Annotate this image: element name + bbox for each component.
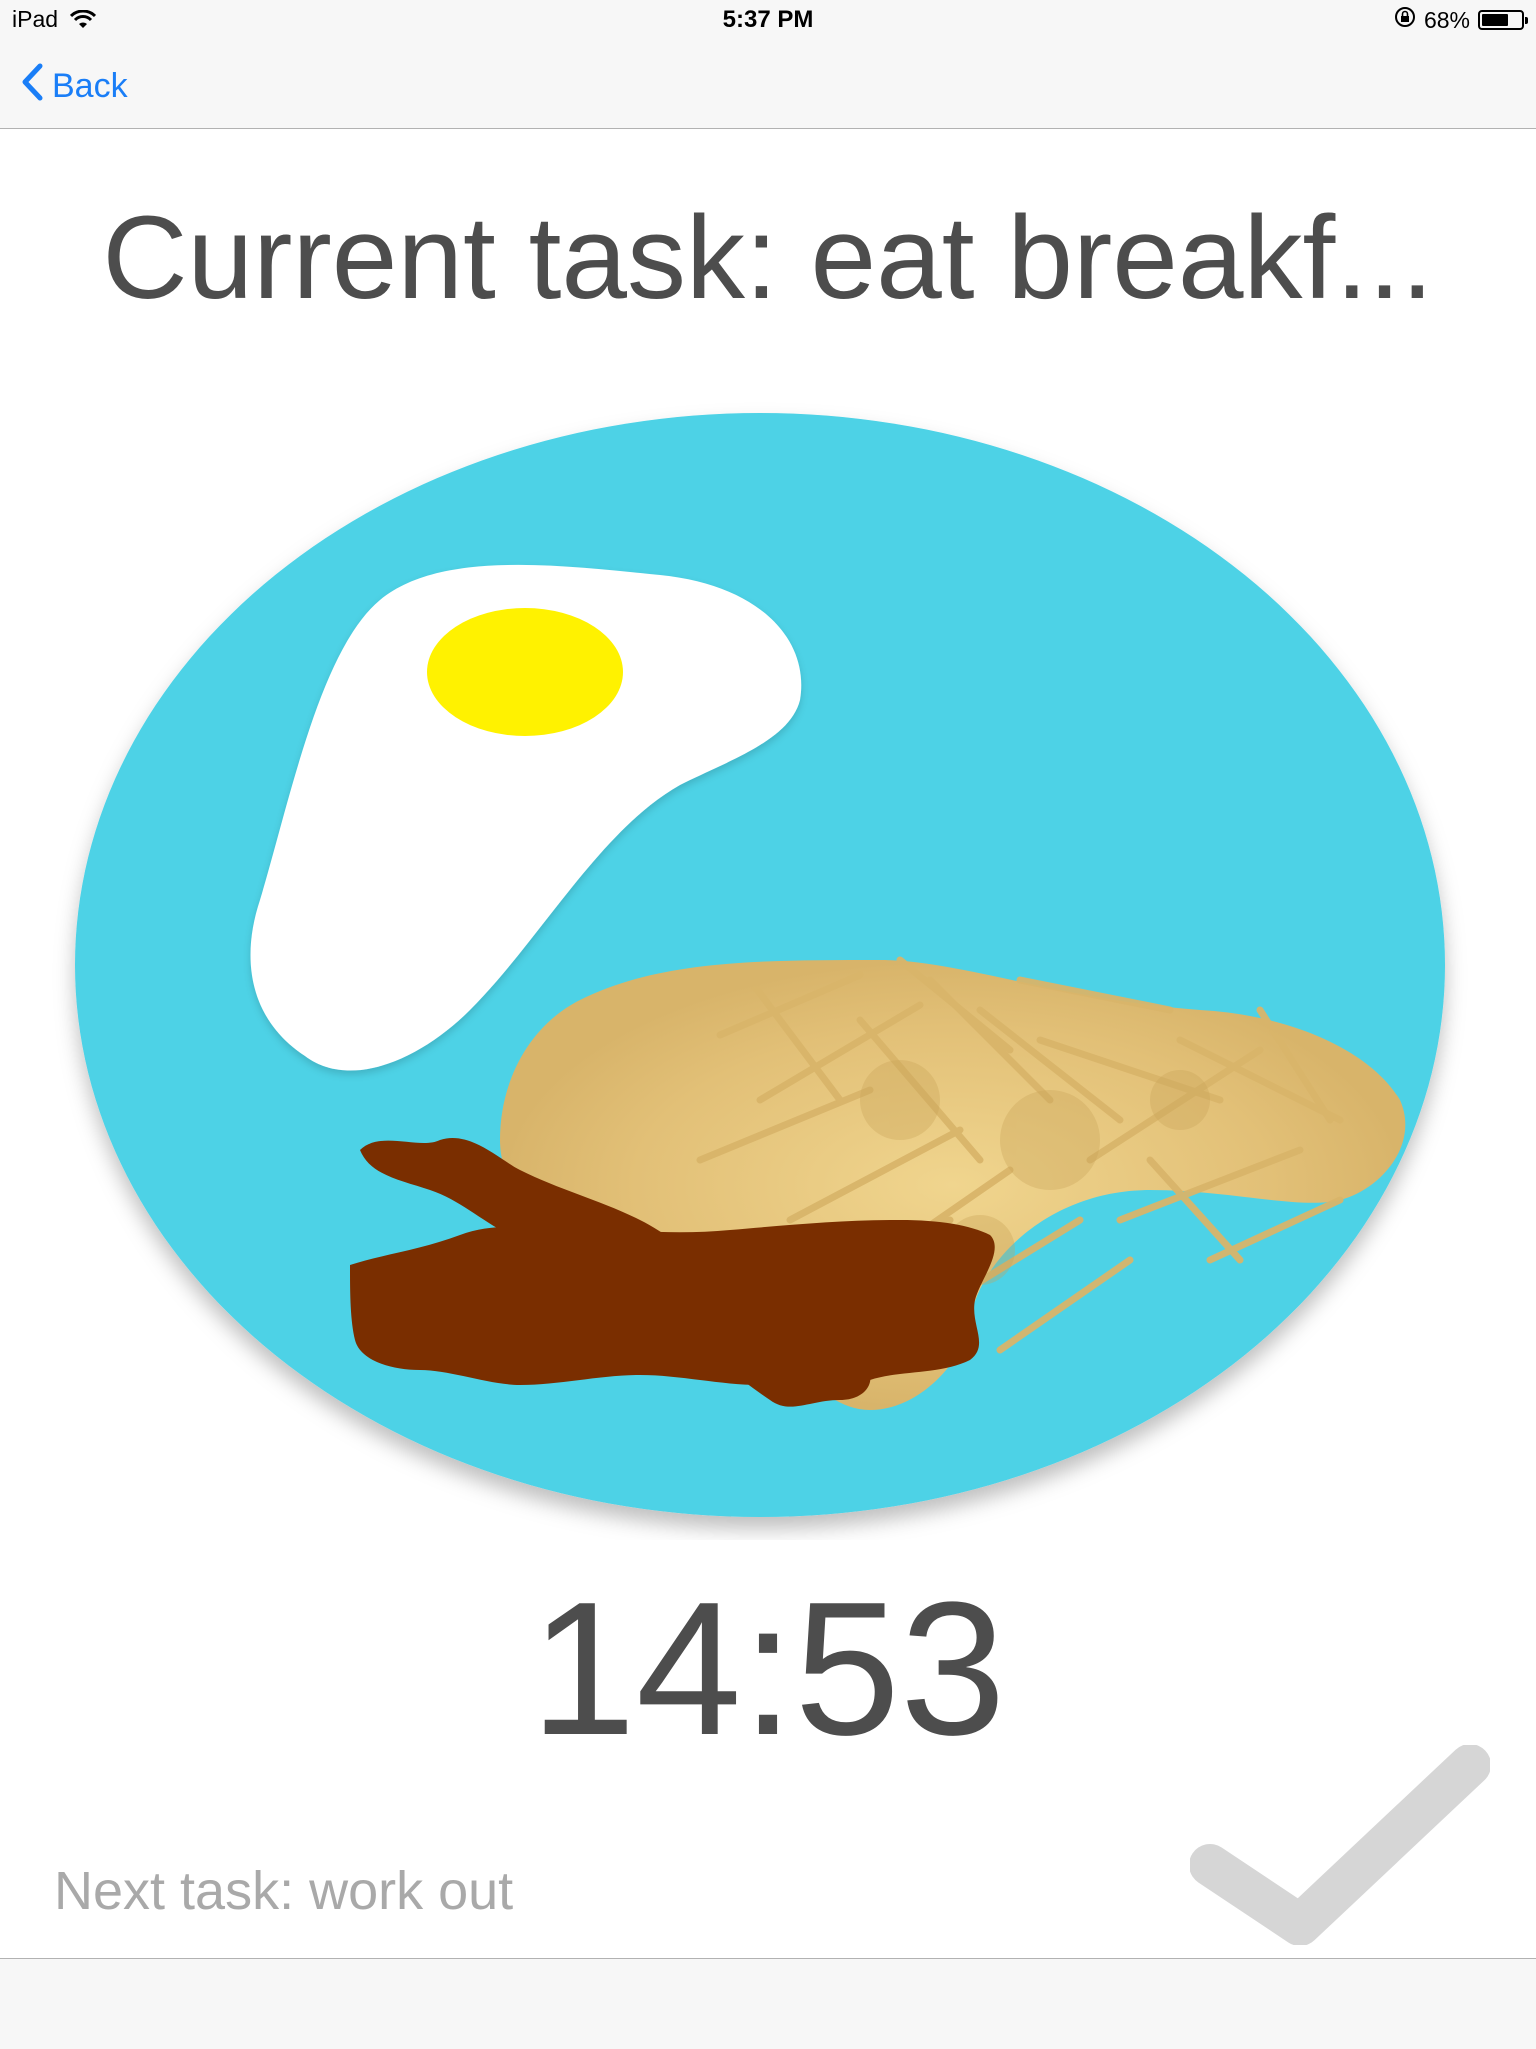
back-label: Back: [52, 67, 128, 105]
back-button[interactable]: Back: [20, 62, 128, 111]
battery-level: [1482, 14, 1508, 26]
status-time: 5:37 PM: [722, 6, 814, 33]
status-bar: iPad 5:37 PM 68%: [0, 0, 1536, 40]
next-task-label: Next task: work out: [54, 1861, 514, 1921]
breakfast-plate-icon: [0, 400, 1536, 1540]
battery-icon: [1478, 10, 1528, 30]
current-task-title: Current task: eat breakf...: [102, 192, 1434, 324]
battery-percent: 68%: [1423, 6, 1470, 33]
bottom-toolbar: [0, 1958, 1536, 2049]
checkmark-icon[interactable]: [1189, 1744, 1491, 1950]
orientation-lock-icon: [1394, 6, 1416, 34]
chevron-left-icon: [20, 62, 44, 111]
navigation-bar: Back: [0, 40, 1536, 129]
status-right: 68%: [1394, 6, 1528, 34]
